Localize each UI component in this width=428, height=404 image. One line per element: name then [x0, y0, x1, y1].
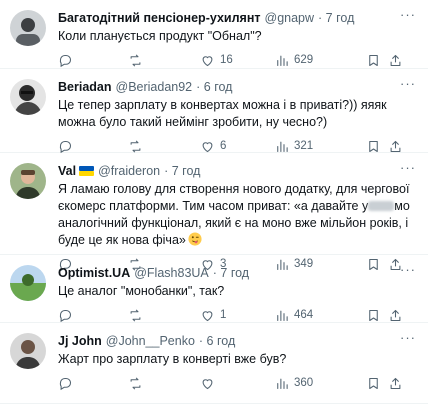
share-icon: [390, 54, 401, 66]
repost-button[interactable]: [128, 139, 200, 154]
repost-icon: [130, 376, 141, 390]
repost-icon: [130, 53, 141, 67]
like-button[interactable]: [200, 376, 274, 391]
share-button[interactable]: [388, 53, 406, 68]
like-button[interactable]: 16: [200, 53, 274, 68]
more-icon[interactable]: ···: [400, 331, 416, 345]
views-button[interactable]: 629: [274, 53, 366, 68]
author-handle[interactable]: @gnapw: [265, 10, 315, 26]
repost-icon: [130, 308, 141, 322]
reply-icon: [59, 309, 72, 322]
reply-item[interactable]: Beriadan @Beriadan92 · 6 год ··· Це тепе…: [0, 69, 428, 153]
reply-button[interactable]: [58, 53, 128, 68]
bookmark-button[interactable]: [366, 53, 388, 68]
view-count: 629: [294, 54, 314, 66]
share-icon: [390, 377, 401, 389]
reply-icon: [59, 54, 72, 67]
bookmark-icon: [369, 309, 378, 321]
bookmark-button[interactable]: [366, 139, 388, 154]
timestamp[interactable]: · 6 год: [199, 333, 235, 349]
bookmark-icon: [369, 54, 378, 66]
bookmark-button[interactable]: [366, 376, 388, 391]
author-name[interactable]: Jj John: [58, 333, 102, 349]
view-count: 464: [294, 309, 314, 321]
author-name[interactable]: Beriadan: [58, 79, 112, 95]
share-button[interactable]: [388, 376, 406, 391]
like-button[interactable]: 1: [200, 308, 274, 323]
author-handle[interactable]: @John__Penko: [106, 333, 195, 349]
reply-item[interactable]: Val @fraideron · 7 год ··· Я ламаю голов…: [0, 153, 428, 271]
repost-button[interactable]: [128, 53, 200, 68]
like-icon: [202, 378, 213, 389]
like-count: 16: [220, 54, 233, 66]
like-button[interactable]: 6: [200, 139, 274, 154]
more-icon[interactable]: ···: [400, 8, 416, 22]
like-count: 6: [220, 140, 227, 152]
more-icon[interactable]: ···: [400, 77, 416, 91]
view-count: 360: [294, 377, 314, 389]
bookmark-icon: [369, 140, 378, 152]
author-handle[interactable]: @Flash83UA: [134, 265, 209, 281]
bookmark-icon: [369, 377, 378, 389]
like-icon: [202, 141, 213, 152]
more-icon[interactable]: ···: [400, 263, 416, 277]
reply-text-part: Я ламаю голову для створення нового дода…: [58, 182, 413, 213]
reply-icon: [59, 377, 72, 390]
reply-text: Це тепер зарплату в конвертах можна і в …: [58, 98, 387, 129]
reply-text: Жарт про зарплату в конверті вже був?: [58, 352, 287, 366]
repost-icon: [130, 139, 141, 153]
share-icon: [390, 309, 401, 321]
avatar[interactable]: [10, 163, 46, 199]
reply-text: Я ламаю голову для створення нового дода…: [58, 181, 416, 249]
reply-button[interactable]: [58, 376, 128, 391]
author-name[interactable]: Val: [58, 163, 76, 179]
reply-text: Коли планується продукт "Обнал"?: [58, 29, 262, 43]
like-count: 1: [220, 309, 227, 321]
avatar[interactable]: [10, 265, 46, 301]
repost-button[interactable]: [128, 376, 200, 391]
timestamp[interactable]: · 7 год: [213, 265, 249, 281]
avatar[interactable]: [10, 10, 46, 46]
share-button[interactable]: [388, 139, 406, 154]
author-handle[interactable]: @Beriadan92: [116, 79, 193, 95]
repost-button[interactable]: [128, 308, 200, 323]
more-icon[interactable]: ···: [400, 161, 416, 175]
views-icon: [277, 378, 288, 389]
reply-text: Це аналог "монобанки", так?: [58, 284, 225, 298]
avatar[interactable]: [10, 79, 46, 115]
redacted-text: [368, 201, 395, 211]
avatar[interactable]: [10, 333, 46, 369]
views-icon: [277, 55, 288, 66]
reply-icon: [59, 140, 72, 153]
views-button[interactable]: 321: [274, 139, 366, 154]
reply-button[interactable]: [58, 308, 128, 323]
reply-button[interactable]: [58, 139, 128, 154]
timestamp[interactable]: · 7 год: [318, 10, 354, 26]
like-icon: [202, 55, 213, 66]
timestamp[interactable]: · 7 год: [164, 163, 200, 179]
author-name[interactable]: Optimist.UA: [58, 265, 130, 281]
author-handle[interactable]: @fraideron: [98, 163, 160, 179]
views-icon: [277, 141, 288, 152]
like-icon: [202, 310, 213, 321]
author-name[interactable]: Багатодітний пенсіонер-ухилянт: [58, 10, 261, 26]
bookmark-button[interactable]: [366, 308, 388, 323]
share-icon: [390, 140, 401, 152]
view-count: 321: [294, 140, 314, 152]
reply-item[interactable]: Багатодітний пенсіонер-ухилянт @gnapw · …: [0, 0, 428, 69]
reply-item[interactable]: Jj John @John__Penko · 6 год ··· Жарт пр…: [0, 323, 428, 404]
views-button[interactable]: 360: [274, 376, 366, 391]
views-button[interactable]: 464: [274, 308, 366, 323]
reply-item[interactable]: Optimist.UA @Flash83UA · 7 год ··· Це ан…: [0, 255, 428, 323]
ukraine-flag-icon: [79, 166, 95, 176]
wink-tongue-emoji-icon: [188, 232, 202, 246]
timestamp[interactable]: · 6 год: [196, 79, 232, 95]
views-icon: [277, 310, 288, 321]
share-button[interactable]: [388, 308, 406, 323]
